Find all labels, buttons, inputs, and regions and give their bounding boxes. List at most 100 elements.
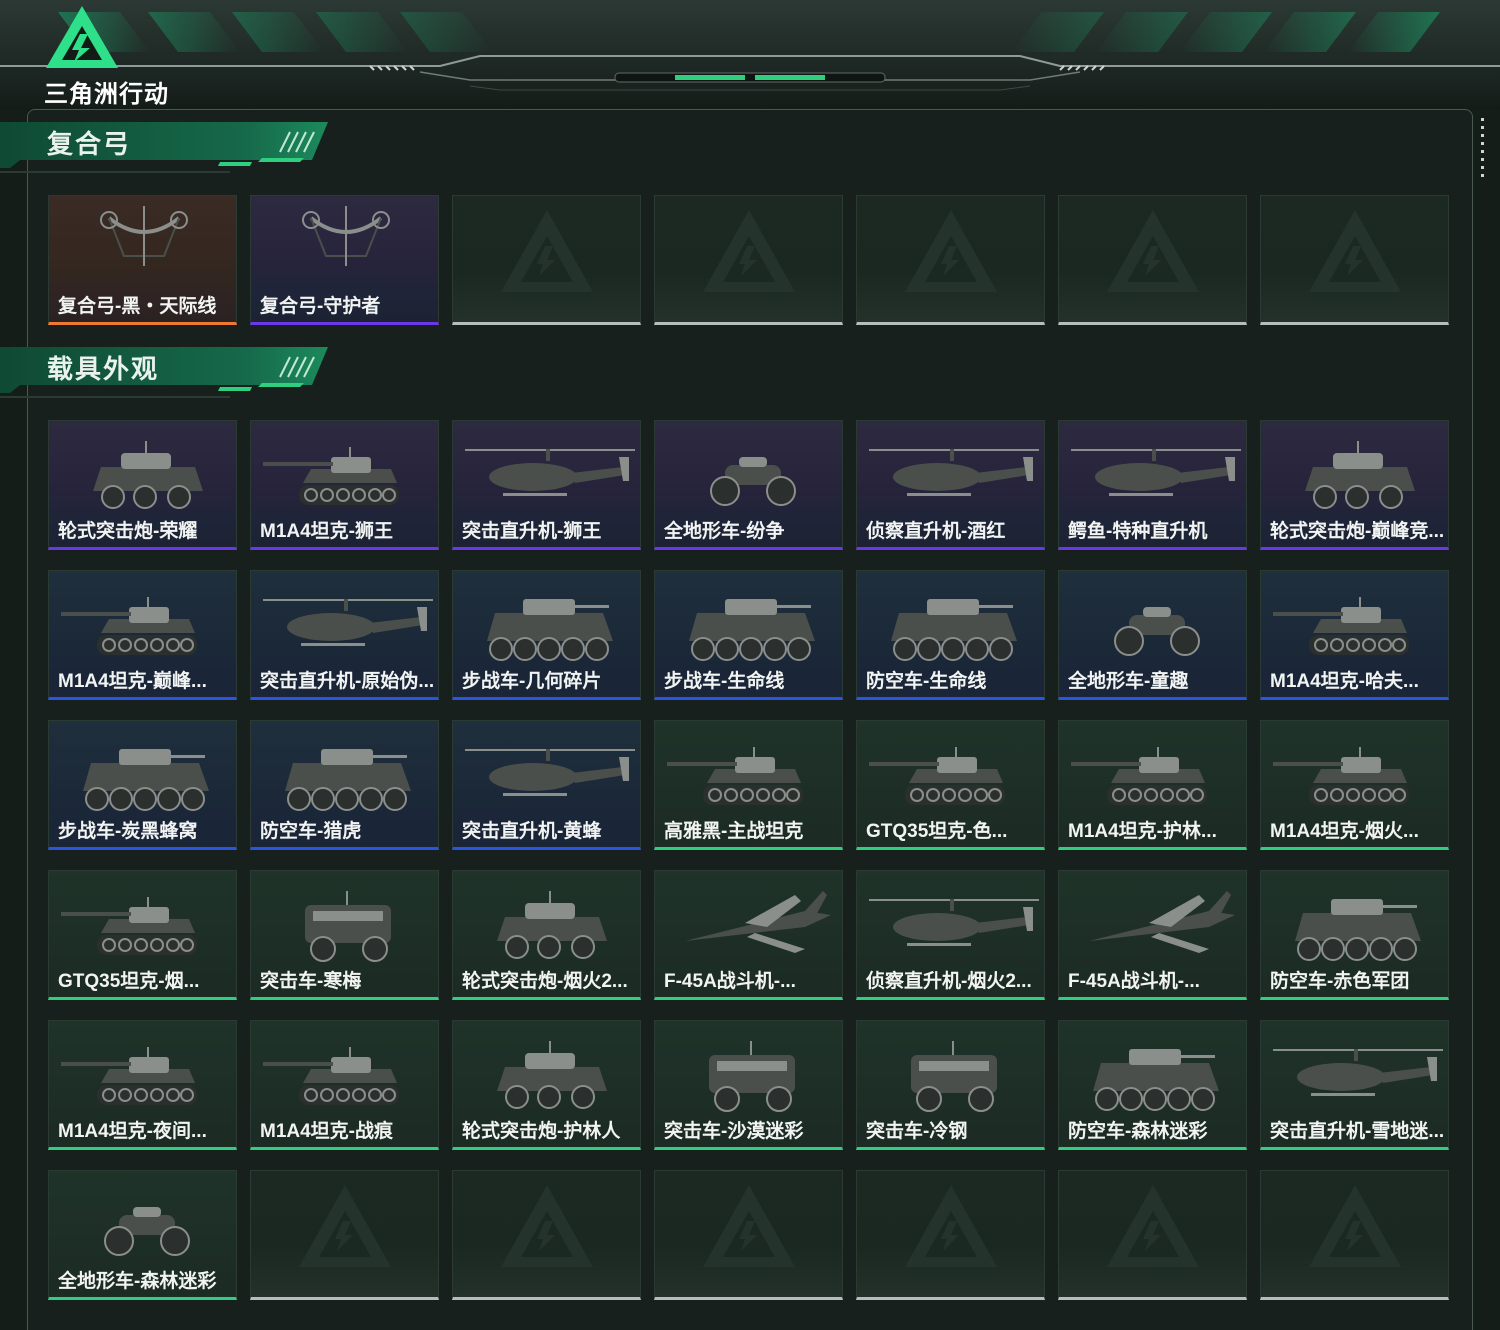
empty-slot <box>654 195 843 325</box>
item-card[interactable]: 复合弓-守护者 <box>250 195 439 325</box>
armored-car-icon <box>709 1041 795 1112</box>
empty-slot <box>452 1170 641 1300</box>
item-card[interactable]: M1A4坦克-护林... <box>1058 720 1247 850</box>
item-card[interactable]: GTQ35坦克-烟... <box>48 870 237 1000</box>
item-card[interactable]: 步战车-几何碎片 <box>452 570 641 700</box>
item-name: 突击直升机-原始伪... <box>260 671 435 692</box>
item-name: 防空车-生命线 <box>866 671 987 692</box>
empty-slot-logo-icon <box>905 210 997 292</box>
item-name: 侦察直升机-酒红 <box>866 521 1006 542</box>
item-name: M1A4坦克-哈夫... <box>1270 671 1419 692</box>
empty-slot-logo-icon <box>1107 1185 1199 1267</box>
tank-icon <box>263 447 399 505</box>
apc-icon <box>891 599 1017 661</box>
app-logo[interactable]: 三角洲行动 <box>44 4 184 108</box>
empty-slot-logo-icon <box>1309 210 1401 292</box>
item-card[interactable]: F-45A战斗机-... <box>654 870 843 1000</box>
empty-slot <box>1058 195 1247 325</box>
item-name: 侦察直升机-烟火2... <box>866 971 1032 992</box>
wheeled-vehicle-icon <box>93 441 203 509</box>
helicopter-icon <box>263 599 433 646</box>
item-name: M1A4坦克-烟火... <box>1270 821 1419 842</box>
compound-bow-icon <box>100 206 188 266</box>
helicopter-icon <box>465 749 635 796</box>
helicopter-icon <box>869 899 1039 946</box>
section-header: 复合弓 <box>0 120 340 176</box>
item-card[interactable]: M1A4坦克-夜间... <box>48 1020 237 1150</box>
item-card[interactable]: 突击直升机-黄蜂 <box>452 720 641 850</box>
item-name: 全地形车-森林迷彩 <box>58 1271 217 1292</box>
item-card[interactable]: 轮式突击炮-荣耀 <box>48 420 237 550</box>
item-card[interactable]: 防空车-森林迷彩 <box>1058 1020 1247 1150</box>
item-card[interactable]: 侦察直升机-酒红 <box>856 420 1045 550</box>
item-card[interactable]: 轮式突击炮-护林人 <box>452 1020 641 1150</box>
empty-slot-logo-icon <box>1107 210 1199 292</box>
jet-icon <box>1089 891 1235 953</box>
item-card[interactable]: 步战车-生命线 <box>654 570 843 700</box>
empty-slot <box>654 1170 843 1300</box>
item-card[interactable]: 防空车-生命线 <box>856 570 1045 700</box>
item-name: 轮式突击炮-护林人 <box>462 1121 621 1142</box>
jet-icon <box>685 891 831 953</box>
atv-icon <box>1114 607 1200 656</box>
apc-icon <box>487 599 613 661</box>
item-name: M1A4坦克-巅峰... <box>58 671 207 692</box>
item-name: 防空车-猎虎 <box>260 821 362 842</box>
item-card[interactable]: 突击直升机-雪地迷... <box>1260 1020 1449 1150</box>
item-card[interactable]: 防空车-猎虎 <box>250 720 439 850</box>
item-card[interactable]: 防空车-赤色军团 <box>1260 870 1449 1000</box>
item-card[interactable]: 全地形车-森林迷彩 <box>48 1170 237 1300</box>
item-name: 步战车-生命线 <box>664 671 785 692</box>
item-card[interactable]: M1A4坦克-哈夫... <box>1260 570 1449 700</box>
item-name: GTQ35坦克-烟... <box>58 971 200 992</box>
top-bar-decoration <box>0 0 1500 110</box>
item-card[interactable]: 突击车-寒梅 <box>250 870 439 1000</box>
helicopter-icon <box>465 449 635 496</box>
empty-slot-logo-icon <box>703 1185 795 1267</box>
item-card[interactable]: 轮式突击炮-烟火2... <box>452 870 641 1000</box>
tank-icon <box>61 1047 197 1105</box>
empty-slot <box>1260 1170 1449 1300</box>
scrollbar[interactable] <box>1481 118 1485 178</box>
item-card[interactable]: M1A4坦克-巅峰... <box>48 570 237 700</box>
item-card[interactable]: 复合弓-黑・天际线 <box>48 195 237 325</box>
item-card[interactable]: 侦察直升机-烟火2... <box>856 870 1045 1000</box>
wheeled-vehicle-icon <box>497 891 607 959</box>
empty-slot <box>452 195 641 325</box>
item-card[interactable]: 突击直升机-狮王 <box>452 420 641 550</box>
top-bar: 三角洲行动 <box>0 0 1500 110</box>
item-name: 突击直升机-黄蜂 <box>462 821 602 842</box>
item-name: 突击直升机-雪地迷... <box>1270 1121 1445 1142</box>
item-card[interactable]: M1A4坦克-战痕 <box>250 1020 439 1150</box>
item-card[interactable]: 高雅黑-主战坦克 <box>654 720 843 850</box>
wheeled-vehicle-icon <box>1305 441 1415 509</box>
item-name: F-45A战斗机-... <box>664 971 796 992</box>
item-card[interactable]: 突击直升机-原始伪... <box>250 570 439 700</box>
empty-slot-logo-icon <box>299 1185 391 1267</box>
empty-slot-logo-icon <box>1309 1185 1401 1267</box>
empty-slot <box>856 1170 1045 1300</box>
empty-slot-logo-icon <box>501 210 593 292</box>
item-card[interactable]: 步战车-炭黑蜂窝 <box>48 720 237 850</box>
item-card[interactable]: 突击车-沙漠迷彩 <box>654 1020 843 1150</box>
item-name: 突击车-沙漠迷彩 <box>664 1121 804 1142</box>
item-card[interactable]: 全地形车-童趣 <box>1058 570 1247 700</box>
wheeled-vehicle-icon <box>497 1041 607 1109</box>
item-card[interactable]: F-45A战斗机-... <box>1058 870 1247 1000</box>
item-card[interactable]: M1A4坦克-狮王 <box>250 420 439 550</box>
atv-icon <box>104 1207 190 1256</box>
empty-slot <box>1058 1170 1247 1300</box>
section-title: 复合弓 <box>47 129 132 159</box>
item-card[interactable]: GTQ35坦克-色... <box>856 720 1045 850</box>
item-card[interactable]: 突击车-冷钢 <box>856 1020 1045 1150</box>
item-card[interactable]: 鳄鱼-特种直升机 <box>1058 420 1247 550</box>
section-title: 载具外观 <box>47 354 160 384</box>
item-card[interactable]: 轮式突击炮-巅峰竞... <box>1260 420 1449 550</box>
atv-icon <box>710 457 796 506</box>
empty-slot <box>1260 195 1449 325</box>
helicopter-icon <box>1273 1049 1443 1096</box>
item-name: 防空车-赤色军团 <box>1270 971 1410 992</box>
item-name: 复合弓-守护者 <box>260 296 381 317</box>
item-card[interactable]: M1A4坦克-烟火... <box>1260 720 1449 850</box>
item-card[interactable]: 全地形车-纷争 <box>654 420 843 550</box>
